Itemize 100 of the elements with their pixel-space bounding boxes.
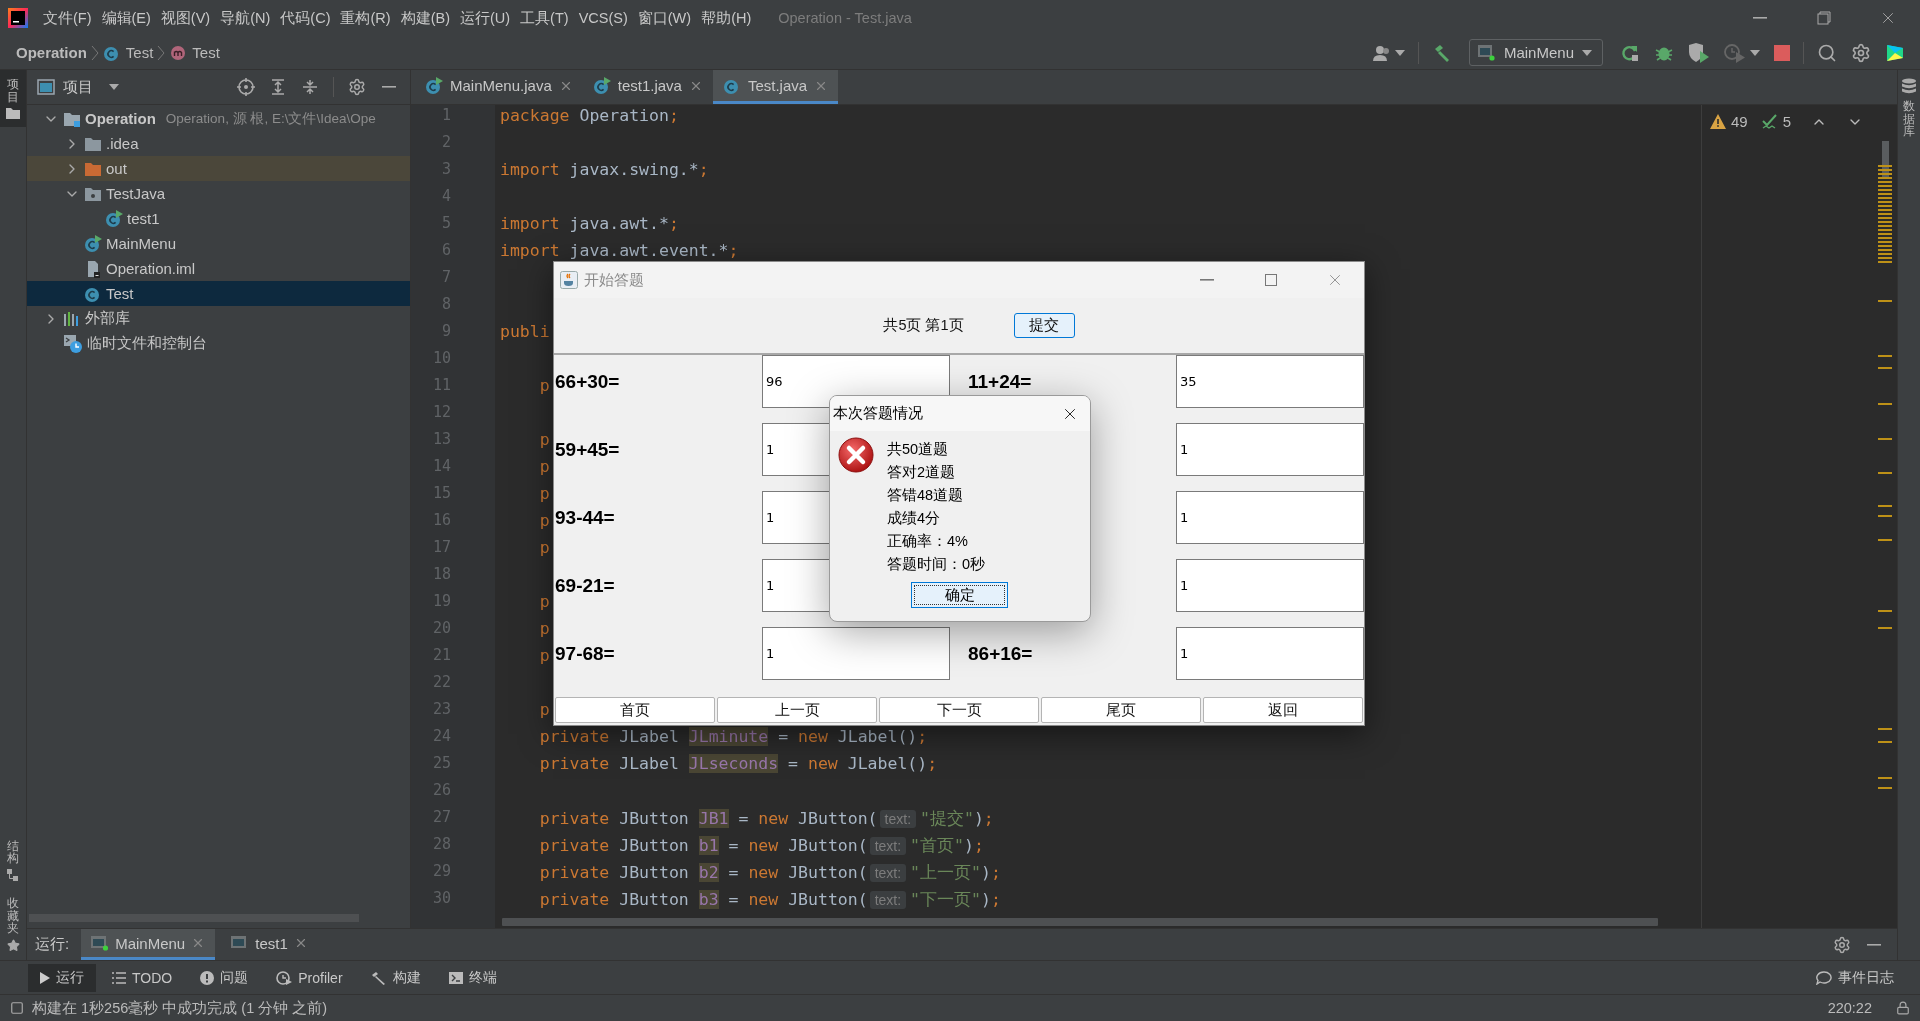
- lock-icon[interactable]: [1896, 1001, 1910, 1015]
- tool-tab[interactable]: Profiler: [264, 963, 355, 992]
- tree-item[interactable]: MainMenu: [27, 231, 410, 256]
- result-line: 答题时间：0秒: [887, 555, 986, 574]
- question-label: 66+30=: [554, 370, 621, 393]
- user-icon: [1372, 44, 1391, 61]
- editor-tab[interactable]: MainMenu.java: [415, 70, 583, 104]
- tool-tab[interactable]: 问题: [188, 963, 261, 992]
- tree-item[interactable]: out: [27, 156, 410, 181]
- page-nav-button[interactable]: 返回: [1203, 697, 1363, 723]
- code-line: private JButton b1 = new JButton( text: "首页");: [538, 835, 984, 857]
- code-line: p: [538, 646, 550, 667]
- run-tab[interactable]: test1: [221, 929, 318, 960]
- code-line: private JButton b3 = new JButton( text: "下一页");: [538, 889, 1001, 911]
- run-panel-label: 运行:: [35, 935, 70, 954]
- answer-field[interactable]: 1: [1176, 423, 1364, 476]
- minus-icon: [1753, 17, 1767, 19]
- tree-item[interactable]: .idea: [27, 131, 410, 156]
- page-nav-button[interactable]: 尾页: [1041, 697, 1201, 723]
- profiler-icon: [276, 970, 293, 985]
- breadcrumb-item[interactable]: Test: [165, 43, 224, 62]
- collapse-all-icon: [302, 79, 318, 95]
- menu-item[interactable]: 视图(V): [155, 4, 216, 32]
- answer-field[interactable]: 1: [1176, 491, 1364, 544]
- result-line: 共50道题: [887, 440, 950, 459]
- library-icon: [63, 309, 81, 328]
- event-log-tab[interactable]: 事件日志: [1804, 963, 1906, 992]
- crosshair-icon: [237, 78, 255, 96]
- code-line: p: [538, 484, 550, 505]
- hammer-icon: [370, 970, 387, 985]
- editor-tab[interactable]: test1.java: [582, 70, 713, 104]
- run-tab[interactable]: MainMenu: [81, 929, 216, 960]
- ok-button[interactable]: 确定: [911, 582, 1008, 608]
- breadcrumb-item[interactable]: Operation: [12, 44, 91, 61]
- breadcrumb-separator-icon: [90, 44, 99, 61]
- app-logo-icon: [8, 8, 28, 28]
- folder-icon: [84, 160, 102, 177]
- menu-item[interactable]: 构建(B): [395, 4, 455, 32]
- menu-item[interactable]: 帮助(H): [696, 4, 757, 32]
- result-line: 成绩4分: [887, 509, 942, 528]
- info-icon: [200, 970, 215, 985]
- project-view-dropdown[interactable]: 项目: [37, 77, 119, 97]
- page-nav-button[interactable]: 首页: [555, 697, 715, 723]
- tree-item[interactable]: Test: [27, 281, 410, 306]
- answer-field[interactable]: 1: [762, 627, 950, 680]
- answer-field[interactable]: 1: [1176, 559, 1364, 612]
- tree-item[interactable]: 外部库: [27, 306, 410, 331]
- page-nav-button[interactable]: 下一页: [879, 697, 1039, 723]
- run-config-dropdown[interactable]: MainMenu: [1468, 39, 1603, 66]
- star-icon: [6, 939, 20, 952]
- tool-tab[interactable]: 运行: [28, 963, 96, 992]
- warning-icon: [1709, 114, 1726, 129]
- editor-tab[interactable]: Test.java: [712, 70, 839, 104]
- tool-tab[interactable]: 构建: [358, 963, 433, 992]
- window-icon: [91, 935, 110, 951]
- folder-icon: [84, 135, 102, 152]
- terminal-icon: [448, 971, 463, 984]
- shield-run-icon: [1688, 42, 1710, 63]
- question-label: 97-68=: [554, 642, 616, 665]
- menu-item[interactable]: 重构(R): [335, 4, 396, 32]
- menu-item[interactable]: 窗口(W): [632, 4, 697, 32]
- menu-item[interactable]: 编辑(E): [96, 4, 156, 32]
- tree-item[interactable]: TestJava: [27, 181, 410, 206]
- question-label: 93-44=: [554, 506, 616, 529]
- scrollbar[interactable]: [502, 918, 1658, 926]
- question-label: 86+16=: [967, 642, 1034, 665]
- folder-icon: [6, 107, 20, 120]
- tree-item[interactable]: 临时文件和控制台: [27, 331, 410, 356]
- menu-item[interactable]: 文件(F): [38, 4, 97, 32]
- tool-window-tab[interactable]: 结构: [0, 831, 26, 890]
- code-line: p: [538, 511, 550, 532]
- caret-icon: [1394, 49, 1405, 56]
- menu-item[interactable]: 导航(N): [215, 4, 276, 32]
- tool-window-tab[interactable]: 数据库: [1898, 70, 1920, 146]
- tool-window-tab[interactable]: 收藏夹: [0, 889, 26, 960]
- toolbox-logo-icon: [1885, 42, 1905, 63]
- tree-item[interactable]: Operation Operation, 源 根, E:\文件\Idea\Ope: [27, 106, 410, 131]
- caret-icon: [1750, 49, 1760, 56]
- breadcrumb-item[interactable]: Test: [98, 43, 158, 62]
- runnable-class-icon: [84, 234, 102, 253]
- submit-button[interactable]: 提交: [1013, 313, 1075, 338]
- tool-window-tab[interactable]: 项目: [0, 70, 26, 128]
- panel-toggle-icon[interactable]: [10, 1001, 24, 1015]
- clock-run-icon: [1724, 42, 1746, 63]
- tool-tab[interactable]: 终端: [436, 963, 509, 992]
- menu-item[interactable]: 代码(C): [275, 4, 336, 32]
- tree-item[interactable]: Operation.iml: [27, 256, 410, 281]
- tree-item[interactable]: test1: [27, 206, 410, 231]
- code-line: import javax.swing.*;: [500, 160, 709, 181]
- menu-item[interactable]: VCS(S): [573, 4, 633, 32]
- cursor-position[interactable]: 220:22: [1827, 1000, 1872, 1016]
- runnable-class-icon: [592, 76, 611, 95]
- page-nav-button[interactable]: 上一页: [717, 697, 877, 723]
- menu-item[interactable]: 工具(T): [515, 4, 574, 32]
- tool-tab[interactable]: TODO: [100, 963, 185, 992]
- java-cup-icon: [560, 271, 578, 289]
- settings-icon: [348, 78, 366, 96]
- answer-field[interactable]: 35: [1176, 355, 1364, 408]
- menu-item[interactable]: 运行(U): [454, 4, 516, 32]
- answer-field[interactable]: 1: [1176, 627, 1364, 680]
